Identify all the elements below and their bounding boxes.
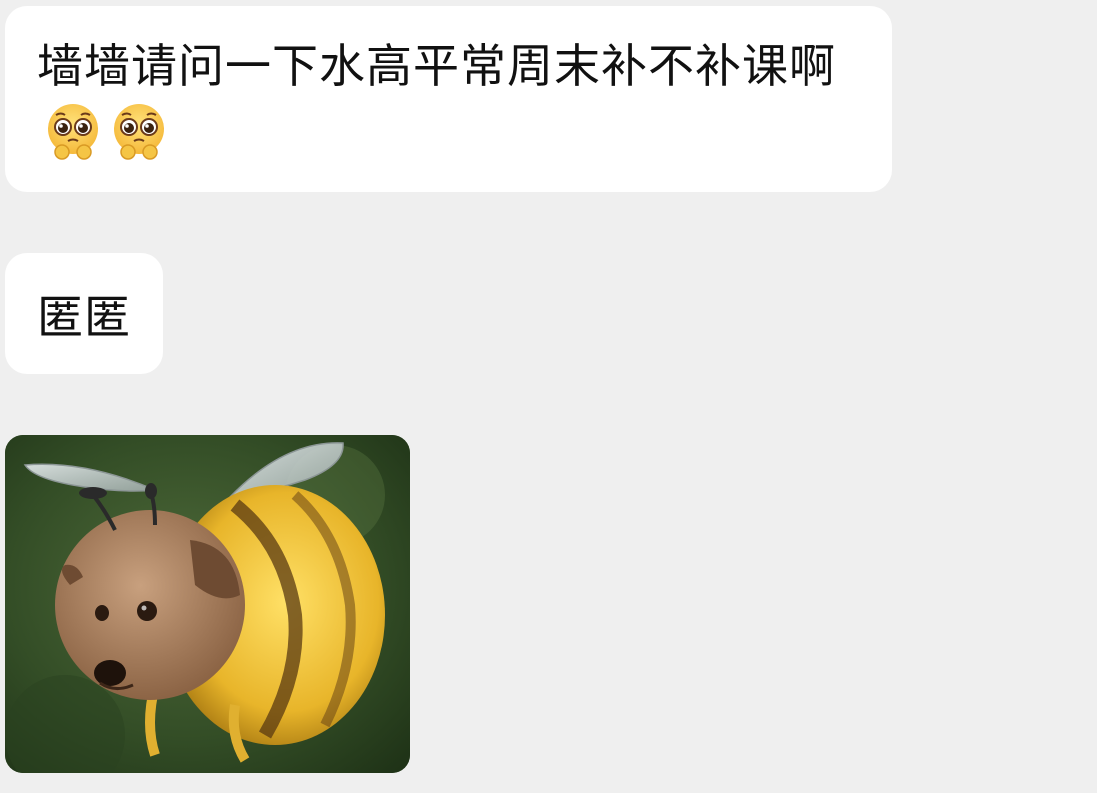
dog-bee-sticker-image <box>5 435 410 773</box>
image-message[interactable] <box>5 435 410 773</box>
message-bubble-1[interactable]: 墙墙请问一下水高平常周末补不补课啊 <box>5 6 892 192</box>
message-text-1: 墙墙请问一下水高平常周末补不补课啊 <box>37 36 868 161</box>
pleading-face-icon <box>48 104 98 160</box>
message-text-2: 匿匿 <box>37 290 131 344</box>
message-text-1-content: 墙墙请问一下水高平常周末补不补课啊 <box>37 39 836 93</box>
message-bubble-2[interactable]: 匿匿 <box>5 253 163 374</box>
pleading-face-icon <box>114 104 164 160</box>
emoji-group <box>37 98 169 162</box>
